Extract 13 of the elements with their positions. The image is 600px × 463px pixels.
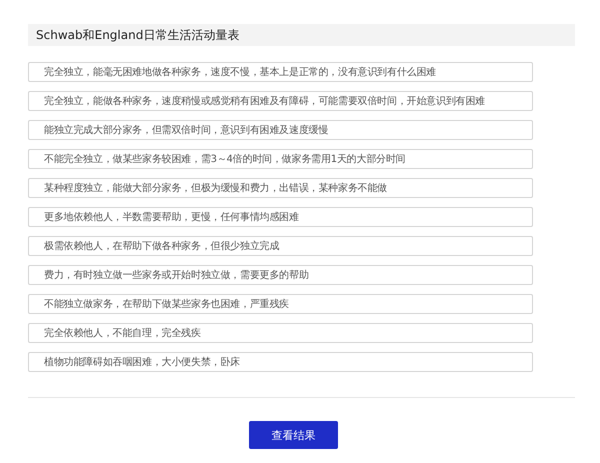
section-title: Schwab和England日常生活活动量表 [28,24,575,46]
option-item[interactable]: 更多地依赖他人，半数需要帮助，更慢，任何事情均感困难 [28,207,533,227]
option-item[interactable]: 完全依赖他人，不能自理，完全残疾 [28,323,533,343]
option-item[interactable]: 不能独立做家务，在帮助下做某些家务也困难，严重残疾 [28,294,533,314]
option-item[interactable]: 费力，有时独立做一些家务或开始时独立做，需要更多的帮助 [28,265,533,285]
option-item[interactable]: 植物功能障碍如吞咽困难，大小便失禁，卧床 [28,352,533,372]
option-item[interactable]: 极需依赖他人，在帮助下做各种家务，但很少独立完成 [28,236,533,256]
view-result-button[interactable]: 查看结果 [249,421,338,449]
option-item[interactable]: 完全独立，能做各种家务，速度稍慢或感觉稍有困难及有障碍，可能需要双倍时间，开始意识到有困难 [28,91,533,111]
option-item[interactable]: 某种程度独立，能做大部分家务，但极为缓慢和费力，出错误，某种家务不能做 [28,178,533,198]
option-item[interactable]: 完全独立，能毫无困难地做各种家务，速度不慢，基本上是正常的，没有意识到有什么困难 [28,62,533,82]
option-item[interactable]: 能独立完成大部分家务，但需双倍时间，意识到有困难及速度缓慢 [28,120,533,140]
option-item[interactable]: 不能完全独立，做某些家务较困难，需3～4倍的时间，做家务需用1天的大部分时间 [28,149,533,169]
